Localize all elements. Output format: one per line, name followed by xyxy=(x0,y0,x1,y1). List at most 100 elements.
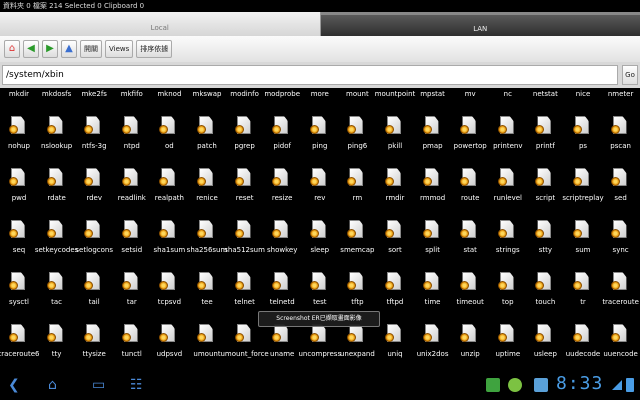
toolbar: ⌂ ◀ ▶ ▲ 開關 Views 排序依據 xyxy=(0,36,640,62)
executable-file-icon xyxy=(197,272,215,292)
back-arrow-icon[interactable]: ◀ xyxy=(23,40,39,58)
path-input[interactable]: /system/xbin xyxy=(2,65,618,85)
sort-button[interactable]: 排序依據 xyxy=(136,40,173,58)
executable-file-icon xyxy=(610,220,629,240)
executable-file-icon xyxy=(309,116,328,136)
nav-menu-icon[interactable]: ☷ xyxy=(130,378,152,392)
executable-file-icon xyxy=(84,116,102,136)
file-name: sed xyxy=(614,194,627,202)
executable-file-icon xyxy=(573,168,591,188)
executable-file-icon xyxy=(309,220,328,240)
usb-debug-icon[interactable] xyxy=(534,378,548,392)
status-strip: 資料夾 0 檔案 214 Selected 0 Clipboard 0 xyxy=(0,0,640,12)
executable-file-icon xyxy=(46,168,65,188)
executable-file-icon xyxy=(497,324,516,344)
android-notification-icon[interactable] xyxy=(508,378,522,392)
nav-recent-apps-icon[interactable]: ▭ xyxy=(92,378,114,392)
nav-home-icon[interactable]: ⌂ xyxy=(48,378,74,392)
file-name: pscan xyxy=(610,142,631,150)
screenshot-toast: Screenshot ER已擷取畫面影像 xyxy=(258,311,380,327)
executable-file-icon xyxy=(347,272,365,292)
file-name: uuencode xyxy=(603,350,638,358)
executable-file-icon xyxy=(535,272,553,292)
executable-file-icon xyxy=(535,168,553,188)
executable-file-icon xyxy=(234,168,253,188)
executable-file-icon xyxy=(460,168,478,188)
notification-app-icon[interactable] xyxy=(486,378,500,392)
executable-file-icon xyxy=(385,116,403,136)
file-name: nmeter xyxy=(607,90,634,98)
file-item[interactable]: uuencode xyxy=(595,322,640,368)
executable-file-icon xyxy=(234,324,253,344)
executable-file-icon xyxy=(272,168,290,188)
executable-file-icon xyxy=(197,116,215,136)
nav-back-icon[interactable]: ❮ xyxy=(8,378,30,392)
executable-file-icon xyxy=(460,272,478,292)
executable-file-icon xyxy=(535,324,553,344)
views-button[interactable]: Views xyxy=(105,40,134,58)
executable-file-icon xyxy=(272,116,290,136)
executable-file-icon xyxy=(460,116,478,136)
executable-file-icon xyxy=(272,324,290,344)
executable-file-icon xyxy=(347,220,365,240)
executable-file-icon xyxy=(46,272,65,292)
path-bar: /system/xbin Go xyxy=(0,62,640,88)
executable-file-icon xyxy=(159,220,177,240)
executable-file-icon xyxy=(9,116,27,136)
executable-file-icon xyxy=(573,220,591,240)
executable-file-icon xyxy=(159,116,177,136)
executable-file-icon xyxy=(422,324,441,344)
executable-file-icon xyxy=(610,324,629,344)
executable-file-icon xyxy=(460,220,478,240)
executable-file-icon xyxy=(197,168,215,188)
file-item[interactable]: sed xyxy=(595,166,640,218)
executable-file-icon xyxy=(385,272,403,292)
executable-file-icon xyxy=(497,116,516,136)
executable-file-icon xyxy=(347,116,365,136)
executable-file-icon xyxy=(46,324,65,344)
executable-file-icon xyxy=(84,272,102,292)
open-close-button[interactable]: 開關 xyxy=(80,40,102,58)
executable-file-icon xyxy=(159,168,177,188)
file-item[interactable]: traceroute xyxy=(595,270,640,322)
file-item[interactable]: nmeter xyxy=(595,88,640,114)
executable-file-icon xyxy=(422,272,441,292)
executable-file-icon xyxy=(9,272,27,292)
executable-file-icon xyxy=(159,272,177,292)
forward-arrow-icon[interactable]: ▶ xyxy=(42,40,58,58)
wifi-icon xyxy=(612,380,622,390)
tab-bar: Local LAN xyxy=(0,12,640,36)
tab-lan[interactable]: LAN xyxy=(320,12,640,36)
executable-file-icon xyxy=(347,168,365,188)
executable-file-icon xyxy=(197,220,215,240)
tab-local[interactable]: Local xyxy=(0,12,321,36)
file-item[interactable]: pscan xyxy=(595,114,640,166)
executable-file-icon xyxy=(535,220,553,240)
executable-file-icon xyxy=(84,324,102,344)
executable-file-icon xyxy=(234,220,253,240)
file-item[interactable]: sync xyxy=(595,218,640,270)
home-icon[interactable]: ⌂ xyxy=(4,40,20,58)
executable-file-icon xyxy=(385,220,403,240)
executable-file-icon xyxy=(84,168,102,188)
go-button[interactable]: Go xyxy=(622,65,638,85)
executable-file-icon xyxy=(573,116,591,136)
status-clock[interactable]: 8:33 xyxy=(556,374,603,394)
executable-file-icon xyxy=(46,220,65,240)
executable-file-icon xyxy=(385,324,403,344)
executable-file-icon xyxy=(573,272,591,292)
executable-file-icon xyxy=(121,168,140,188)
executable-file-icon xyxy=(159,324,177,344)
executable-file-icon xyxy=(121,272,140,292)
executable-file-icon xyxy=(535,116,553,136)
executable-file-icon xyxy=(610,116,629,136)
up-arrow-icon[interactable]: ▲ xyxy=(61,40,77,58)
executable-file-icon xyxy=(422,116,441,136)
executable-file-icon xyxy=(497,168,516,188)
executable-file-icon xyxy=(309,168,328,188)
executable-file-icon xyxy=(460,324,478,344)
battery-icon xyxy=(626,378,634,392)
executable-file-icon xyxy=(422,168,441,188)
executable-file-icon xyxy=(573,324,591,344)
executable-file-icon xyxy=(9,324,27,344)
